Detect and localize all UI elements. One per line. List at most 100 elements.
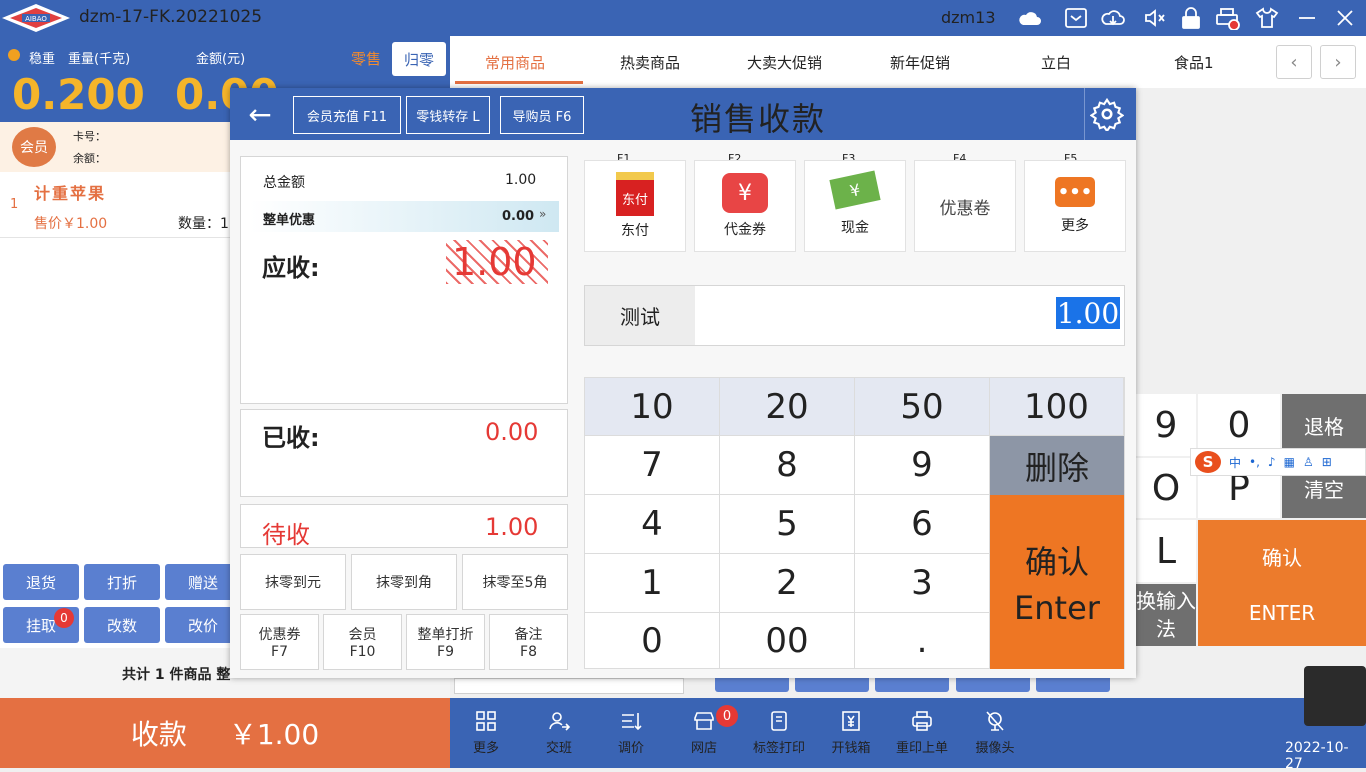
pay-coupon-button[interactable]: 优惠卷 xyxy=(914,160,1016,252)
cloud-icon[interactable] xyxy=(1017,6,1043,30)
cloud-download-icon[interactable] xyxy=(1100,6,1126,30)
speaker-mute-icon[interactable] xyxy=(1142,6,1168,30)
pay-more-button[interactable]: ••• 更多 xyxy=(1024,160,1126,252)
goods-search-field[interactable] xyxy=(454,678,684,694)
tab-food1[interactable]: 食品1 xyxy=(1174,52,1214,73)
change-qty-button[interactable]: 改数 xyxy=(84,607,160,643)
reprint-button[interactable]: 重印上单 xyxy=(891,706,953,758)
key-l[interactable]: L xyxy=(1136,520,1196,582)
key-8[interactable]: 8 xyxy=(720,436,855,495)
switch-input-method-key[interactable]: 换输入法 xyxy=(1136,584,1196,646)
delete-key[interactable]: 删除 xyxy=(990,436,1124,495)
key-2[interactable]: 2 xyxy=(720,554,855,613)
more-button[interactable]: 更多 xyxy=(455,706,517,758)
skin-shirt-icon[interactable]: ♙ xyxy=(1303,455,1314,469)
pay-cash-button[interactable]: ¥ 现金 xyxy=(804,160,906,252)
inbox-icon[interactable] xyxy=(1063,6,1089,30)
tab-common-goods[interactable]: 常用商品 xyxy=(485,52,545,73)
next-category-button[interactable]: › xyxy=(1320,45,1356,79)
close-icon[interactable] xyxy=(1332,6,1358,30)
quick-amount-50[interactable]: 50 xyxy=(855,378,990,436)
ime-menu-icon[interactable]: ⊞ xyxy=(1322,455,1332,469)
checkout-button[interactable]: 收款 ￥1.00 xyxy=(0,698,450,768)
coupon-button[interactable]: 优惠券 F7 xyxy=(240,614,319,670)
salesperson-button[interactable]: 导购员 F6 xyxy=(500,96,584,134)
prev-category-button[interactable]: ‹ xyxy=(1276,45,1312,79)
round-to-5jiao-button[interactable]: 抹零至5角 xyxy=(462,554,568,610)
key-7[interactable]: 7 xyxy=(585,436,720,495)
printer-error-icon[interactable] xyxy=(1214,6,1240,30)
back-button[interactable]: ← xyxy=(238,94,282,134)
app-title: dzm-17-FK.20221025 xyxy=(79,7,263,27)
online-store-badge: 0 xyxy=(716,705,738,727)
keyboard-enter-label: ENTER xyxy=(1248,600,1316,625)
quick-amount-10[interactable]: 10 xyxy=(585,378,720,436)
minimize-icon[interactable] xyxy=(1294,6,1320,30)
sale-mode-label[interactable]: 零售 xyxy=(351,48,381,69)
ime-language-toggle[interactable]: 中 xyxy=(1229,454,1241,471)
quick-amount-100[interactable]: 100 xyxy=(990,378,1124,436)
shift-handover-button[interactable]: 交班 xyxy=(528,706,590,758)
return-button[interactable]: 退货 xyxy=(3,564,79,600)
key-9-pad[interactable]: 9 xyxy=(855,436,990,495)
pay-dongfu-label: 东付 xyxy=(621,223,649,239)
whole-discount-button[interactable]: 整单打折 F9 xyxy=(406,614,485,670)
member-recharge-button[interactable]: 会员充值 F11 xyxy=(293,96,401,134)
key-decimal[interactable]: . xyxy=(855,613,990,669)
quick-amount-20[interactable]: 20 xyxy=(720,378,855,436)
goods-button[interactable] xyxy=(956,678,1030,692)
label-print-icon xyxy=(771,710,787,731)
confirm-enter-button[interactable]: 确认 Enter xyxy=(990,495,1124,669)
key-00[interactable]: 00 xyxy=(720,613,855,669)
round-to-yuan-button[interactable]: 抹零到元 xyxy=(240,554,346,610)
change-deposit-button[interactable]: 零钱转存 L xyxy=(406,96,490,134)
ime-toolbar[interactable]: S 中 •, ♪ ▦ ♙ ⊞ xyxy=(1190,448,1366,476)
key-3[interactable]: 3 xyxy=(855,554,990,613)
more-dots-icon: ••• xyxy=(1055,177,1095,207)
key-0-pad[interactable]: 0 xyxy=(585,613,720,669)
discount-button[interactable]: 打折 xyxy=(84,564,160,600)
pay-voucher-label: 代金券 xyxy=(724,222,766,238)
checkout-amount: ￥1.00 xyxy=(228,718,320,751)
tab-libai[interactable]: 立白 xyxy=(1041,52,1071,73)
microphone-icon[interactable]: ♪ xyxy=(1268,455,1276,469)
price-adjust-button[interactable]: 调价 xyxy=(600,706,662,758)
key-o[interactable]: O xyxy=(1136,458,1196,518)
settings-gear-icon[interactable] xyxy=(1090,97,1124,131)
item-qty: 数量：1. xyxy=(178,216,230,232)
lock-icon[interactable] xyxy=(1178,6,1204,30)
key-5[interactable]: 5 xyxy=(720,495,855,554)
soft-keyboard-icon[interactable]: ▦ xyxy=(1284,455,1295,469)
pay-dongfu-button[interactable]: 东付 东付 xyxy=(584,160,686,252)
skin-icon[interactable] xyxy=(1254,6,1280,30)
label-print-button[interactable]: 标签打印 xyxy=(748,706,810,758)
member-badge[interactable]: 会员 xyxy=(12,127,56,167)
tab-hot-goods[interactable]: 热卖商品 xyxy=(620,52,680,73)
goods-button[interactable] xyxy=(795,678,869,692)
member-button[interactable]: 会员 F10 xyxy=(323,614,402,670)
keyboard-confirm-key[interactable]: 确认 ENTER xyxy=(1198,520,1366,646)
item-price: 售价￥1.00 xyxy=(34,216,108,232)
floating-widget[interactable] xyxy=(1304,666,1366,726)
payment-amount-input[interactable]: 1.00 xyxy=(1056,297,1120,330)
punctuation-icon[interactable]: •, xyxy=(1249,455,1260,469)
backspace-key[interactable]: 退格 xyxy=(1282,394,1366,456)
key-0[interactable]: 0 xyxy=(1198,394,1280,456)
chevron-down-icon[interactable]: » xyxy=(539,207,546,221)
pay-voucher-button[interactable]: ¥ 代金券 xyxy=(694,160,796,252)
goods-button[interactable] xyxy=(715,678,789,692)
round-to-jiao-button[interactable]: 抹零到角 xyxy=(351,554,457,610)
tab-new-year-promo[interactable]: 新年促销 xyxy=(890,52,950,73)
tab-big-sale[interactable]: 大卖大促销 xyxy=(747,52,822,73)
key-4[interactable]: 4 xyxy=(585,495,720,554)
camera-button[interactable]: 摄像头 xyxy=(964,706,1026,758)
goods-button[interactable] xyxy=(875,678,949,692)
cash-drawer-button[interactable]: 开钱箱 xyxy=(820,706,882,758)
goods-button[interactable] xyxy=(1036,678,1110,692)
remark-button[interactable]: 备注 F8 xyxy=(489,614,568,670)
key-9[interactable]: 9 xyxy=(1136,394,1196,456)
zero-button[interactable]: 归零 xyxy=(392,42,446,76)
key-6[interactable]: 6 xyxy=(855,495,990,554)
shift-handover-label: 交班 xyxy=(545,740,572,756)
key-1[interactable]: 1 xyxy=(585,554,720,613)
